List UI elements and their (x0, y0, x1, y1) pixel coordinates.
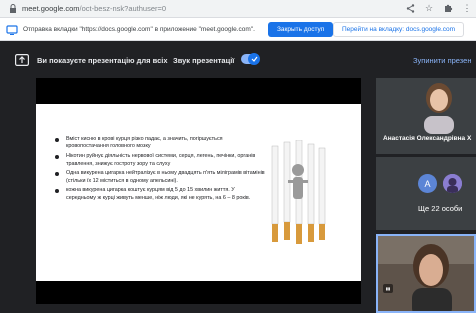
slide-bullet: Нікотин руйнує діяльність нервової систе… (55, 153, 265, 168)
tab-sharing-infobar: Отправка вкладки "https://docs.google.co… (0, 18, 476, 41)
more-participants-tile[interactable]: А Ще 22 особи (376, 157, 476, 230)
browser-toolbar: ☆ ⋮ (405, 2, 472, 14)
participant-name: Анастасія Олександрівна Х (383, 135, 472, 142)
self-video (378, 236, 474, 311)
presentation-stage: Вміст кисню в крові курця різко падає, а… (36, 78, 361, 304)
avatar: А (418, 174, 437, 193)
extensions-icon[interactable] (443, 2, 453, 14)
menu-icon[interactable]: ⋮ (462, 2, 472, 14)
participant-video (376, 78, 476, 154)
address-bar[interactable]: meet.google.com/oct-besz-nsk?authuser=0 … (0, 0, 476, 18)
stop-sharing-button[interactable]: Закрыть доступ (268, 22, 334, 37)
slide-bullet-list: Вміст кисню в крові курця різко падає, а… (55, 136, 265, 204)
presentation-sound-label: Звук презентації (173, 56, 235, 65)
stop-presenting-button[interactable]: Зупинити презен (413, 56, 471, 65)
presentation-sound-toggle[interactable] (241, 53, 260, 65)
present-screen-icon (15, 53, 30, 67)
meet-presentation-bar: Ви показуєте презентацію для всіх Звук п… (0, 41, 476, 78)
switch-tab-button[interactable]: Перейти на вкладку: docs.google.com (333, 22, 465, 37)
presented-slide: Вміст кисню в крові курця різко падає, а… (36, 104, 361, 281)
star-icon[interactable]: ☆ (424, 2, 434, 14)
share-icon[interactable] (405, 2, 415, 14)
more-participants-count: Ще 22 особи (418, 204, 463, 213)
url-text[interactable]: meet.google.com/oct-besz-nsk?authuser=0 (22, 4, 166, 13)
tab-share-icon (6, 23, 18, 35)
toggle-check-icon (248, 53, 260, 65)
slide-bullet: Одна викурена цигарка нейтралізує в ньом… (55, 170, 265, 185)
slide-bullet: кожна викурена цигарка коштує курцям від… (55, 187, 265, 202)
slide-bullet: Вміст кисню в крові курця різко падає, а… (55, 136, 265, 151)
presenting-label: Ви показуєте презентацію для всіх (37, 56, 168, 65)
lock-icon[interactable] (8, 3, 18, 14)
cigarette-prison-image (271, 140, 326, 244)
signal-icon: ▮▮ (383, 284, 393, 293)
participant-tile[interactable]: Анастасія Олександрівна Х (376, 78, 476, 154)
sharing-message: Отправка вкладки "https://docs.google.co… (23, 25, 255, 33)
self-view-tile[interactable]: ▮▮ (376, 234, 476, 313)
avatar (443, 174, 462, 193)
